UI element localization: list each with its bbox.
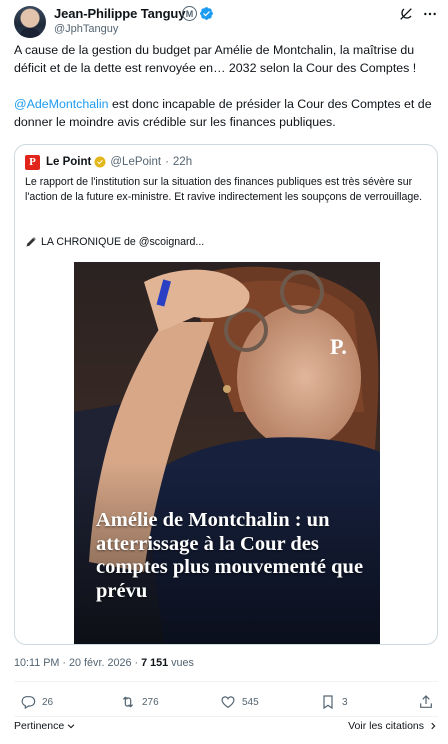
le-point-logo[interactable]: P xyxy=(25,154,40,170)
author-badges: M xyxy=(182,6,214,21)
tweet-date[interactable]: 20 févr. 2026 xyxy=(69,657,131,669)
quoted-article-image[interactable]: P. Amélie de Montchalin : un atterrissag… xyxy=(74,262,380,644)
bookmark-count: 3 xyxy=(342,696,348,708)
quoted-tweet-text: Le rapport de l'institution sur la situa… xyxy=(25,176,423,203)
repost-count: 276 xyxy=(142,696,159,708)
quoted-tweet-header: P Le Point @LePoint · 22h xyxy=(25,154,192,170)
divider-bottom xyxy=(14,716,438,717)
replies-footer: Pertinence Voir les citations xyxy=(14,720,438,738)
quoted-chronique-text: LA CHRONIQUE de @scoignard... xyxy=(41,236,205,248)
grok-icon[interactable] xyxy=(398,6,414,22)
reply-count: 26 xyxy=(42,696,54,708)
author-name[interactable]: Jean-Philippe Tanguy xyxy=(54,6,185,21)
like-count: 545 xyxy=(242,696,259,708)
chevron-right-icon xyxy=(431,722,436,730)
tweet-time[interactable]: 10:11 PM xyxy=(14,657,59,669)
like-icon xyxy=(221,696,235,709)
tweet-paragraph-2: @AdeMontchalin est donc incapable de pré… xyxy=(14,95,440,131)
article-headline: Amélie de Montchalin : un atterrissage à… xyxy=(96,509,364,602)
affiliation-badge-icon[interactable]: M xyxy=(182,6,197,21)
action-bar: 26 276 545 3 xyxy=(14,694,438,714)
repost-button[interactable]: 276 xyxy=(120,694,159,710)
quoted-author-name[interactable]: Le Point xyxy=(46,156,91,168)
tweet-text: A cause de la gestion du budget par Amél… xyxy=(14,41,440,131)
quoted-time[interactable]: 22h xyxy=(173,156,192,168)
gold-verified-badge-icon xyxy=(94,156,106,168)
author-handle[interactable]: @JphTanguy xyxy=(54,23,118,35)
chevron-down-icon xyxy=(67,724,75,729)
quoted-separator: · xyxy=(165,156,169,168)
views-label: vues xyxy=(171,657,194,669)
quoted-author-handle[interactable]: @LePoint xyxy=(110,156,161,168)
le-point-watermark: P. xyxy=(330,334,347,359)
share-button[interactable] xyxy=(418,694,440,710)
timestamp-separator: · xyxy=(62,657,67,669)
view-quotes-label: Voir les citations xyxy=(348,720,424,732)
author-avatar[interactable] xyxy=(14,6,46,38)
bookmark-icon xyxy=(323,695,333,710)
tweet-header: Jean-Philippe Tanguy M @JphTanguy xyxy=(14,4,438,40)
sort-selector[interactable]: Pertinence xyxy=(14,720,76,732)
pen-icon xyxy=(26,237,36,247)
quoted-chronique-line: LA CHRONIQUE de @scoignard... xyxy=(25,236,204,248)
reply-icon xyxy=(21,696,36,710)
more-options-icon[interactable] xyxy=(422,6,438,22)
timestamp-separator-2: · xyxy=(134,657,139,669)
mention-link[interactable]: @AdeMontchalin xyxy=(14,97,109,111)
tweet-timestamp: 10:11 PM · 20 févr. 2026 · 7 151 vues xyxy=(14,657,194,669)
sort-label: Pertinence xyxy=(14,720,65,732)
repost-icon xyxy=(122,696,134,708)
views-count: 7 151 xyxy=(141,657,169,669)
reply-button[interactable]: 26 xyxy=(20,694,53,710)
view-quotes-link[interactable]: Voir les citations xyxy=(348,720,438,732)
like-button[interactable]: 545 xyxy=(220,694,259,710)
share-icon xyxy=(420,695,432,708)
tweet-paragraph-1: A cause de la gestion du budget par Amél… xyxy=(14,43,417,75)
verified-badge-icon[interactable] xyxy=(199,6,214,21)
quoted-tweet[interactable]: P Le Point @LePoint · 22h Le rapport de … xyxy=(14,144,438,645)
bookmark-button[interactable]: 3 xyxy=(320,694,348,710)
divider-top xyxy=(14,681,438,682)
